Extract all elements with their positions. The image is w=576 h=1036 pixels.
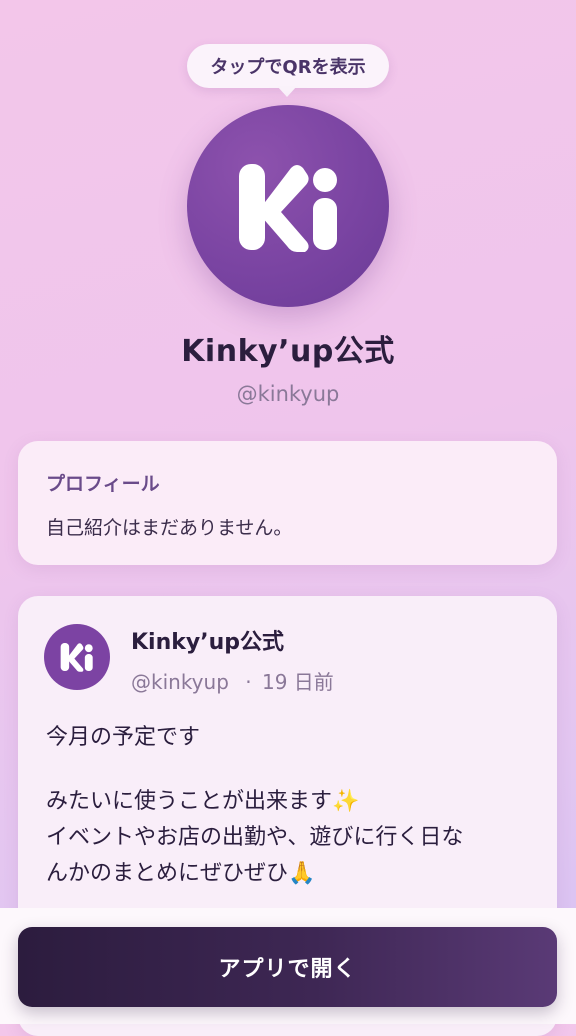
qr-tooltip[interactable]: タップでQRを表示 — [187, 44, 389, 88]
post-body-line: みたいに使うことが出来ます✨ — [46, 789, 360, 814]
profile-heading: プロフィール — [46, 473, 160, 495]
ki-logo-icon — [60, 642, 93, 672]
profile-card: プロフィール 自己紹介はまだありません。 — [18, 441, 557, 565]
profile-avatar[interactable] — [187, 105, 389, 307]
profile-bio: 自己紹介はまだありません。 — [46, 517, 293, 539]
post-body-line: 今月の予定です — [46, 725, 201, 750]
post-avatar[interactable] — [44, 624, 110, 690]
open-app-button[interactable]: アプリで開く — [18, 927, 557, 1007]
ki-logo-icon — [239, 164, 337, 252]
post-body: 今月の予定です みたいに使うことが出来ます✨ イベントやお店の出勤や、遊びに行く… — [46, 720, 536, 892]
post-author-handle: @kinkyup — [131, 670, 229, 694]
qr-tooltip-tail — [277, 86, 297, 97]
post-author-name[interactable]: Kinky’up公式 — [131, 624, 284, 656]
post-body-line: イベントやお店の出勤や、遊びに行く日な — [46, 825, 464, 850]
post-time: 19 日前 — [261, 670, 334, 694]
post-body-line: んかのまとめにぜひぜひ🙏 — [46, 861, 316, 886]
qr-tooltip-label: タップでQRを表示 — [210, 57, 366, 78]
profile-name: Kinky’up公式 — [181, 334, 395, 369]
open-app-label: アプリで開く — [218, 957, 357, 982]
post-meta: @kinkyup · 19 日前 — [131, 666, 334, 695]
profile-handle: @kinkyup — [236, 382, 340, 406]
post-meta-separator: · — [245, 670, 252, 694]
